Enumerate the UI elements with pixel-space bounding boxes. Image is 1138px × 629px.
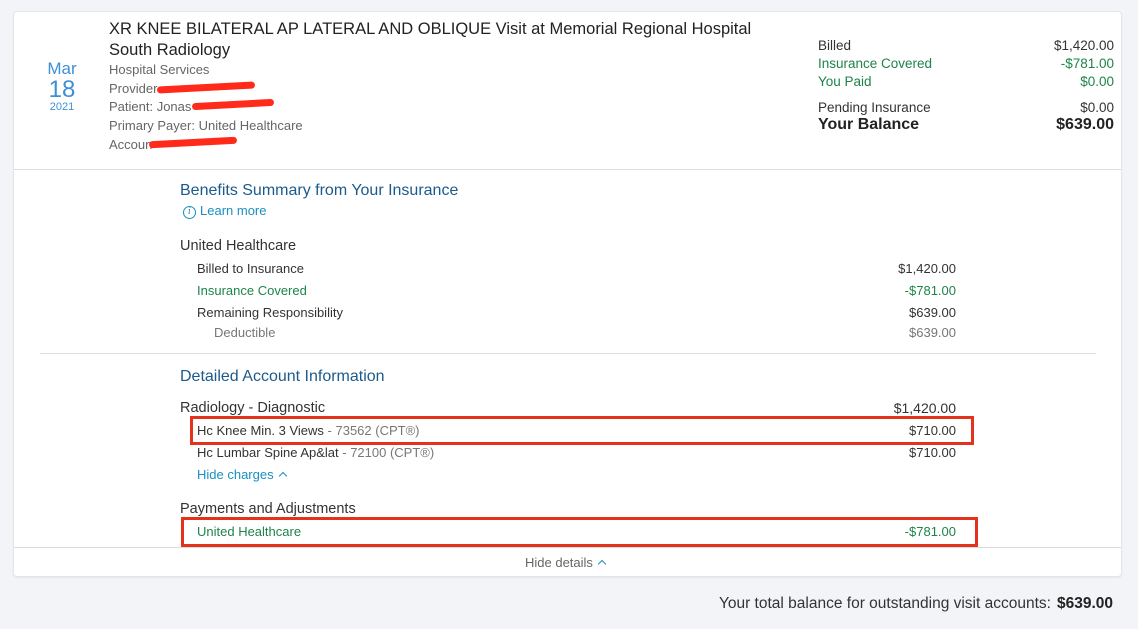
billed-label: Billed	[818, 38, 852, 53]
redaction-mark	[156, 81, 256, 94]
primary-payer: Primary Payer: United Healthcare	[109, 118, 303, 133]
charge-category-total: $1,420.00	[893, 400, 956, 416]
deductible-label: Deductible	[214, 325, 276, 340]
hide-charges-label: Hide charges	[197, 467, 274, 482]
benefits-covered-value: -$781.00	[904, 283, 956, 298]
benefits-covered-label: Insurance Covered	[197, 283, 307, 298]
you-paid-label: You Paid	[818, 74, 872, 89]
you-paid-value: $0.00	[1080, 74, 1114, 89]
charge-code: - 72100 (CPT®)	[338, 445, 435, 460]
redaction-mark	[191, 98, 275, 111]
visit-title: XR KNEE BILATERAL AP LATERAL AND OBLIQUE…	[109, 20, 752, 59]
charge-category: Radiology - Diagnostic	[180, 400, 326, 416]
hide-charges-link[interactable]: Hide charges	[197, 467, 287, 482]
charge-name: Hc Lumbar Spine Ap&lat	[197, 445, 339, 460]
redaction-mark	[148, 136, 238, 149]
payments-title: Payments and Adjustments	[180, 501, 356, 517]
hide-details-link[interactable]: Hide details	[525, 555, 607, 570]
visit-day: 18	[48, 76, 76, 103]
charge-amount: $710.00	[909, 445, 956, 460]
insurance-covered-value: -$781.00	[1060, 56, 1114, 71]
your-balance-value: $639.00	[1056, 116, 1114, 133]
service-type: Hospital Services	[109, 62, 210, 77]
header-divider	[14, 169, 1121, 170]
benefits-summary-title: Benefits Summary from Your Insurance	[180, 182, 459, 199]
chevron-up-icon	[597, 559, 607, 569]
learn-more-label: Learn more	[200, 203, 267, 218]
details-footer-divider	[14, 547, 1121, 548]
total-balance-value: $639.00	[1056, 595, 1113, 612]
total-balance-label: Your total balance for outstanding visit…	[718, 595, 1051, 612]
remaining-responsibility-label: Remaining Responsibility	[197, 305, 343, 320]
your-balance-label: Your Balance	[818, 116, 920, 133]
section-divider	[40, 353, 1096, 354]
deductible-value: $639.00	[909, 325, 956, 340]
pending-insurance-value: $0.00	[1080, 100, 1114, 115]
visit-card: Mar 18 2021 XR KNEE BILATERAL AP LATERAL…	[13, 11, 1122, 577]
billed-to-insurance-label: Billed to Insurance	[197, 261, 304, 276]
charge-line-item: Hc Lumbar Spine Ap&lat - 72100 (CPT®)	[197, 445, 434, 460]
highlight-box	[190, 416, 974, 445]
total-balance-summary: Your total balance for outstanding visit…	[719, 595, 1113, 613]
detailed-account-title: Detailed Account Information	[180, 368, 385, 385]
remaining-responsibility-value: $639.00	[909, 305, 956, 320]
insurance-covered-label: Insurance Covered	[818, 56, 933, 71]
provider-label: Provider	[109, 81, 158, 96]
pending-insurance-label: Pending Insurance	[818, 100, 931, 115]
info-icon: i	[183, 206, 196, 219]
visit-year: 2021	[49, 101, 75, 113]
patient-label: Patient: Jonas	[109, 99, 192, 114]
highlight-box	[181, 517, 978, 547]
chevron-up-icon	[278, 471, 287, 481]
billed-to-insurance-value: $1,420.00	[898, 261, 956, 276]
billed-value: $1,420.00	[1053, 38, 1114, 53]
hide-details-label: Hide details	[525, 555, 593, 570]
insurer-name: United Healthcare	[180, 238, 297, 254]
account-label: Accoun	[109, 137, 153, 152]
learn-more-link[interactable]: i Learn more	[183, 203, 266, 219]
